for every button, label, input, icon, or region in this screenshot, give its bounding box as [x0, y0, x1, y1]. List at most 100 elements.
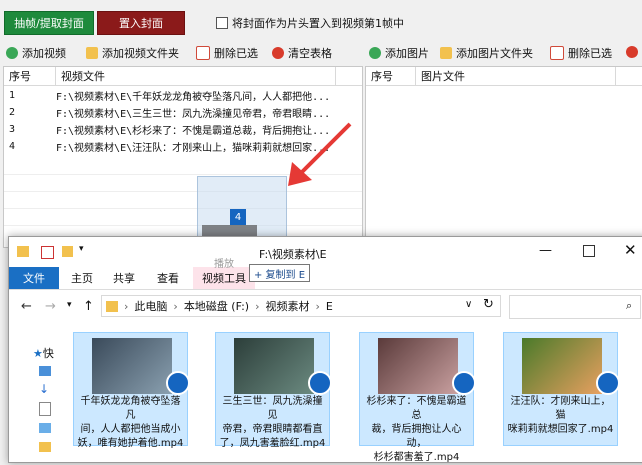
- properties-icon[interactable]: [41, 246, 54, 259]
- refresh-icon[interactable]: ↻: [483, 297, 494, 312]
- header-image-file[interactable]: 图片文件: [416, 67, 616, 85]
- add-circle-icon: [6, 47, 18, 59]
- add-video-folder-button[interactable]: 添加视频文件夹: [86, 44, 179, 62]
- file-name: 三生三世：凤九洗澡撞见 帝君，帝君眼睛都看直 了，凤九害羞脸红.mp4: [219, 396, 326, 449]
- tab-home[interactable]: 主页: [71, 267, 93, 289]
- video-player-icon: [308, 371, 332, 395]
- folder-icon: [17, 246, 29, 257]
- add-video-button[interactable]: 添加视频: [6, 44, 66, 62]
- video-player-icon: [596, 371, 620, 395]
- back-arrow-icon[interactable]: ←: [21, 299, 32, 314]
- header-index[interactable]: 序号: [4, 67, 56, 85]
- folder-add-icon: [86, 47, 98, 59]
- video-table-header: 序号 视频文件: [4, 67, 362, 86]
- download-icon[interactable]: ↓: [39, 382, 49, 396]
- video-thumbnail: [522, 338, 602, 394]
- delete-icon: [550, 46, 564, 60]
- header-index[interactable]: 序号: [366, 67, 416, 85]
- nav-label: 快: [42, 347, 54, 360]
- new-folder-icon[interactable]: [62, 246, 73, 257]
- header-video-file[interactable]: 视频文件: [56, 67, 336, 85]
- delete-selected-images-button[interactable]: 删除已选: [550, 44, 612, 62]
- import-cover-button[interactable]: 置入封面: [97, 11, 185, 35]
- tab-view[interactable]: 查看: [157, 267, 179, 289]
- folder-icon[interactable]: [39, 442, 51, 452]
- checkbox-box[interactable]: [216, 17, 228, 29]
- address-dropdown-icon[interactable]: ∨: [465, 299, 472, 310]
- quick-access-dropdown-icon[interactable]: ▾: [79, 244, 84, 254]
- clear-icon[interactable]: [626, 46, 638, 58]
- file-explorer-window: ▾ F:\视频素材\E — ✕ 文件 主页 共享 查看 视频工具 播放 + 复制…: [8, 236, 642, 463]
- breadcrumb-separator: ›: [173, 299, 178, 313]
- video-player-icon: [166, 371, 190, 395]
- minimize-button[interactable]: —: [539, 243, 552, 258]
- delete-selected-videos-button[interactable]: 删除已选: [196, 44, 258, 62]
- clear-table-button[interactable]: 清空表格: [272, 44, 332, 62]
- grid-line: [4, 208, 362, 209]
- breadcrumb-separator: ›: [124, 299, 129, 313]
- video-thumbnail: [234, 338, 314, 394]
- image-table: 序号 图片文件: [365, 66, 642, 248]
- add-image-button[interactable]: 添加图片: [369, 44, 429, 62]
- checkbox-label: 将封面作为片头置入到视频第1帧中: [232, 17, 404, 30]
- row-index: 4: [9, 141, 16, 152]
- delete-selected-images-label: 删除已选: [568, 47, 612, 60]
- folder-icon: [106, 300, 118, 312]
- desktop-icon[interactable]: [39, 366, 51, 376]
- red-arrow-icon: [288, 122, 352, 186]
- add-image-folder-button[interactable]: 添加图片文件夹: [440, 44, 533, 62]
- file-name: 千年妖龙龙角被夺坠落凡 间，人人都把他当成小 妖，唯有她护着他.mp4: [77, 396, 184, 449]
- image-table-header: 序号 图片文件: [366, 67, 642, 86]
- file-item[interactable]: 汪汪队：才刚来山上，猫 咪莉莉就想回家了.mp4: [503, 332, 620, 446]
- breadcrumb-separator: ›: [315, 299, 320, 313]
- up-arrow-icon[interactable]: ↑: [83, 299, 94, 314]
- forward-arrow-icon[interactable]: →: [45, 299, 56, 314]
- video-thumbnail: [92, 338, 172, 394]
- file-name: 汪汪队：才刚来山上，猫 咪莉莉就想回家了.mp4: [507, 396, 614, 435]
- ribbon-ghost-label: 播放: [214, 259, 234, 270]
- breadcrumb-folder[interactable]: 视频素材: [265, 298, 309, 314]
- clear-table-label: 清空表格: [288, 47, 332, 60]
- first-frame-checkbox[interactable]: 将封面作为片头置入到视频第1帧中: [216, 15, 404, 31]
- row-index: 3: [9, 124, 16, 135]
- file-name: 杉杉来了：不愧是霸道总 裁，背后拥抱让人心动， 杉杉都害羞了.mp4: [366, 396, 467, 463]
- tab-share[interactable]: 共享: [113, 267, 135, 289]
- breadcrumb-drive[interactable]: 本地磁盘 (F:): [184, 298, 249, 314]
- star-icon: ★: [33, 347, 43, 360]
- tab-video-tools[interactable]: 视频工具: [193, 267, 255, 289]
- delete-selected-label: 删除已选: [214, 47, 258, 60]
- row-index: 2: [9, 107, 16, 118]
- search-box[interactable]: ⌕: [509, 295, 641, 319]
- pictures-icon[interactable]: [39, 423, 51, 433]
- nav-quick-access[interactable]: ★快: [33, 345, 54, 361]
- clear-icon: [272, 47, 284, 59]
- extract-cover-button[interactable]: 抽帧/提取封面: [4, 11, 94, 35]
- add-circle-icon: [369, 47, 381, 59]
- documents-icon[interactable]: [39, 402, 51, 416]
- maximize-button[interactable]: [583, 245, 595, 257]
- table-row[interactable]: 1 F:\视频素材\E\千年妖龙龙角被夺坠落凡间，人人都把他...: [4, 87, 330, 104]
- breadcrumb-this-pc[interactable]: 此电脑: [134, 298, 167, 314]
- recent-dropdown-icon[interactable]: ▾: [67, 300, 72, 310]
- address-bar[interactable]: › 此电脑 › 本地磁盘 (F:) › 视频素材 › E: [101, 295, 501, 317]
- copy-to-tooltip: + 复制到 E: [249, 264, 311, 282]
- breadcrumb-separator: ›: [255, 299, 260, 313]
- window-title: F:\视频素材\E: [259, 248, 327, 261]
- breadcrumb-current[interactable]: E: [326, 300, 333, 313]
- file-item[interactable]: 杉杉来了：不愧是霸道总 裁，背后拥抱让人心动， 杉杉都害羞了.mp4: [359, 332, 476, 463]
- ribbon-tabs: 文件 主页 共享 查看 视频工具 播放 + 复制到 E: [9, 259, 642, 290]
- tab-file[interactable]: 文件: [9, 267, 59, 289]
- delete-icon: [196, 46, 210, 60]
- row-index: 1: [9, 90, 16, 101]
- video-player-icon: [452, 371, 476, 395]
- add-image-label: 添加图片: [385, 47, 429, 60]
- close-button[interactable]: ✕: [624, 241, 637, 259]
- folder-add-icon: [440, 47, 452, 59]
- drag-count-badge: 4: [230, 209, 246, 225]
- file-item[interactable]: 三生三世：凤九洗澡撞见 帝君，帝君眼睛都看直 了，凤九害羞脸红.mp4: [215, 332, 332, 449]
- file-item[interactable]: 千年妖龙龙角被夺坠落凡 间，人人都把他当成小 妖，唯有她护着他.mp4: [73, 332, 190, 449]
- add-image-folder-label: 添加图片文件夹: [456, 47, 533, 60]
- video-thumbnail: [378, 338, 458, 394]
- add-video-folder-label: 添加视频文件夹: [102, 47, 179, 60]
- search-icon: ⌕: [626, 299, 633, 312]
